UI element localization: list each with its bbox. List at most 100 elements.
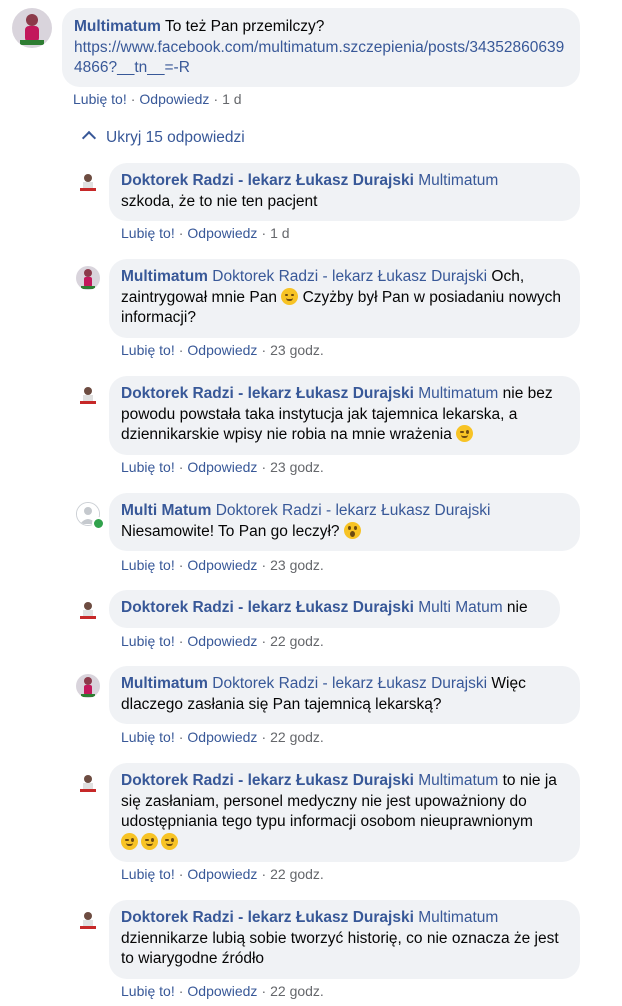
reply-mention[interactable]: Multi Matum [418,599,502,616]
avatar-multimatum[interactable] [76,674,100,698]
reply-mention[interactable]: Doktorek Radzi - lekarz Łukasz Durajski [212,675,487,692]
comment-actions: Lubię to! · Odpowiedz · 1 d [73,91,242,107]
separator-dot: · [178,557,184,573]
separator-dot: · [261,983,267,999]
avatar-multimatum-image [76,266,100,290]
reply-button[interactable]: Odpowiedz [187,459,257,475]
reply-text: nie [506,599,528,616]
comment-time[interactable]: 1 d [222,91,241,107]
reply-mention[interactable]: Multimatum [418,772,498,789]
avatar-doktorek[interactable] [76,771,100,795]
reply-time[interactable]: 1 d [270,225,289,241]
like-button[interactable]: Lubię to! [73,91,127,107]
reply-author[interactable]: Doktorek Radzi - lekarz Łukasz Durajski [121,385,414,402]
reply-mention[interactable]: Multimatum [418,909,498,926]
separator-dot: · [261,342,267,358]
reply-actions: Lubię to! · Odpowiedz · 22 godz. [121,729,324,745]
reply-button[interactable]: Odpowiedz [187,983,257,999]
reply-bubble: Multimatum Doktorek Radzi - lekarz Łukas… [109,666,580,724]
reply-author[interactable]: Doktorek Radzi - lekarz Łukasz Durajski [121,599,414,616]
reply-mention[interactable]: Multimatum [418,385,498,402]
reply-button[interactable]: Odpowiedz [139,91,209,107]
avatar-doktorek[interactable] [76,598,100,622]
avatar-doktorek[interactable] [76,170,100,194]
reply-button[interactable]: Odpowiedz [187,342,257,358]
comment-bubble: Multimatum To też Pan przemilczy? https:… [62,8,580,87]
reply-actions: Lubię to! · Odpowiedz · 22 godz. [121,983,324,999]
reply-author[interactable]: Multimatum [121,675,208,692]
comment-text: To też Pan przemilczy? [165,18,325,35]
separator-dot: · [178,633,184,649]
comment-author[interactable]: Multimatum [74,18,161,35]
separator-dot: · [178,342,184,358]
like-button[interactable]: Lubię to! [121,342,175,358]
reply-text: Niesamowite! To Pan go leczył? [121,522,340,540]
reply-time[interactable]: 22 godz. [270,633,324,649]
reply-button[interactable]: Odpowiedz [187,633,257,649]
reply-author[interactable]: Doktorek Radzi - lekarz Łukasz Durajski [121,772,414,789]
reply-author[interactable]: Multi Matum [121,502,211,519]
reply-text: dziennikarze lubią sobie tworzyć histori… [121,929,559,968]
reply-mention[interactable]: Doktorek Radzi - lekarz Łukasz Durajski [212,268,487,285]
like-button[interactable]: Lubię to! [121,459,175,475]
wink-icon [121,832,138,850]
reply-author[interactable]: Doktorek Radzi - lekarz Łukasz Durajski [121,909,414,926]
avatar-doktorek-image [76,598,100,622]
separator-dot: · [178,866,184,882]
reply-time[interactable]: 22 godz. [270,729,324,745]
comment-link[interactable]: https://www.facebook.com/multimatum.szcz… [74,39,564,77]
avatar-doktorek-image [76,383,100,407]
reply-actions: Lubię to! · Odpowiedz · 23 godz. [121,459,324,475]
reply-mention[interactable]: Multimatum [418,172,498,189]
reply-actions: Lubię to! · Odpowiedz · 1 d [121,225,290,241]
separator-dot: · [178,459,184,475]
reply-actions: Lubię to! · Odpowiedz · 22 godz. [121,866,324,882]
avatar-multimatum[interactable] [12,8,52,48]
like-button[interactable]: Lubię to! [121,729,175,745]
reply-time[interactable]: 23 godz. [270,557,324,573]
avatar-multimatum[interactable] [76,266,100,290]
separator-dot: · [261,866,267,882]
wink-icon [161,832,178,850]
separator-dot: · [261,557,267,573]
reply-author[interactable]: Doktorek Radzi - lekarz Łukasz Durajski [121,172,414,189]
avatar-doktorek[interactable] [76,383,100,407]
like-button[interactable]: Lubię to! [121,633,175,649]
reply-time[interactable]: 22 godz. [270,866,324,882]
separator-dot: · [261,633,267,649]
reply-bubble: Doktorek Radzi - lekarz Łukasz Durajski … [109,376,580,455]
separator-dot: · [178,225,184,241]
avatar-multimatum-image [12,8,52,48]
wink-icon [456,425,474,442]
separator-dot: · [178,983,184,999]
avatar-multimatum-image [76,674,100,698]
reply-button[interactable]: Odpowiedz [187,225,257,241]
hide-replies-label: Ukryj 15 odpowiedzi [106,129,245,146]
surprised-icon [343,521,361,539]
like-button[interactable]: Lubię to! [121,866,175,882]
like-button[interactable]: Lubię to! [121,983,175,999]
separator-dot: · [178,729,184,745]
like-button[interactable]: Lubię to! [121,225,175,241]
hide-replies-toggle[interactable]: Ukryj 15 odpowiedzi [81,129,245,147]
reply-mention[interactable]: Doktorek Radzi - lekarz Łukasz Durajski [216,502,491,519]
reply-button[interactable]: Odpowiedz [187,729,257,745]
reply-bubble: Multi Matum Doktorek Radzi - lekarz Łuka… [109,493,580,551]
like-button[interactable]: Lubię to! [121,557,175,573]
reply-text: szkoda, że to nie ten pacjent [121,192,318,210]
online-status-icon [92,517,105,530]
reply-actions: Lubię to! · Odpowiedz · 23 godz. [121,557,324,573]
reply-bubble: Multimatum Doktorek Radzi - lekarz Łukas… [109,259,580,338]
reply-time[interactable]: 22 godz. [270,983,324,999]
reply-button[interactable]: Odpowiedz [187,557,257,573]
avatar-doktorek-image [76,170,100,194]
avatar-doktorek-image [76,771,100,795]
reply-time[interactable]: 23 godz. [270,459,324,475]
reply-bubble: Doktorek Radzi - lekarz Łukasz Durajski … [109,763,580,862]
avatar-doktorek[interactable] [76,908,100,932]
reply-time[interactable]: 23 godz. [270,342,324,358]
blush-icon [281,287,299,305]
reply-author[interactable]: Multimatum [121,268,208,285]
reply-bubble: Doktorek Radzi - lekarz Łukasz Durajski … [109,163,580,221]
reply-button[interactable]: Odpowiedz [187,866,257,882]
